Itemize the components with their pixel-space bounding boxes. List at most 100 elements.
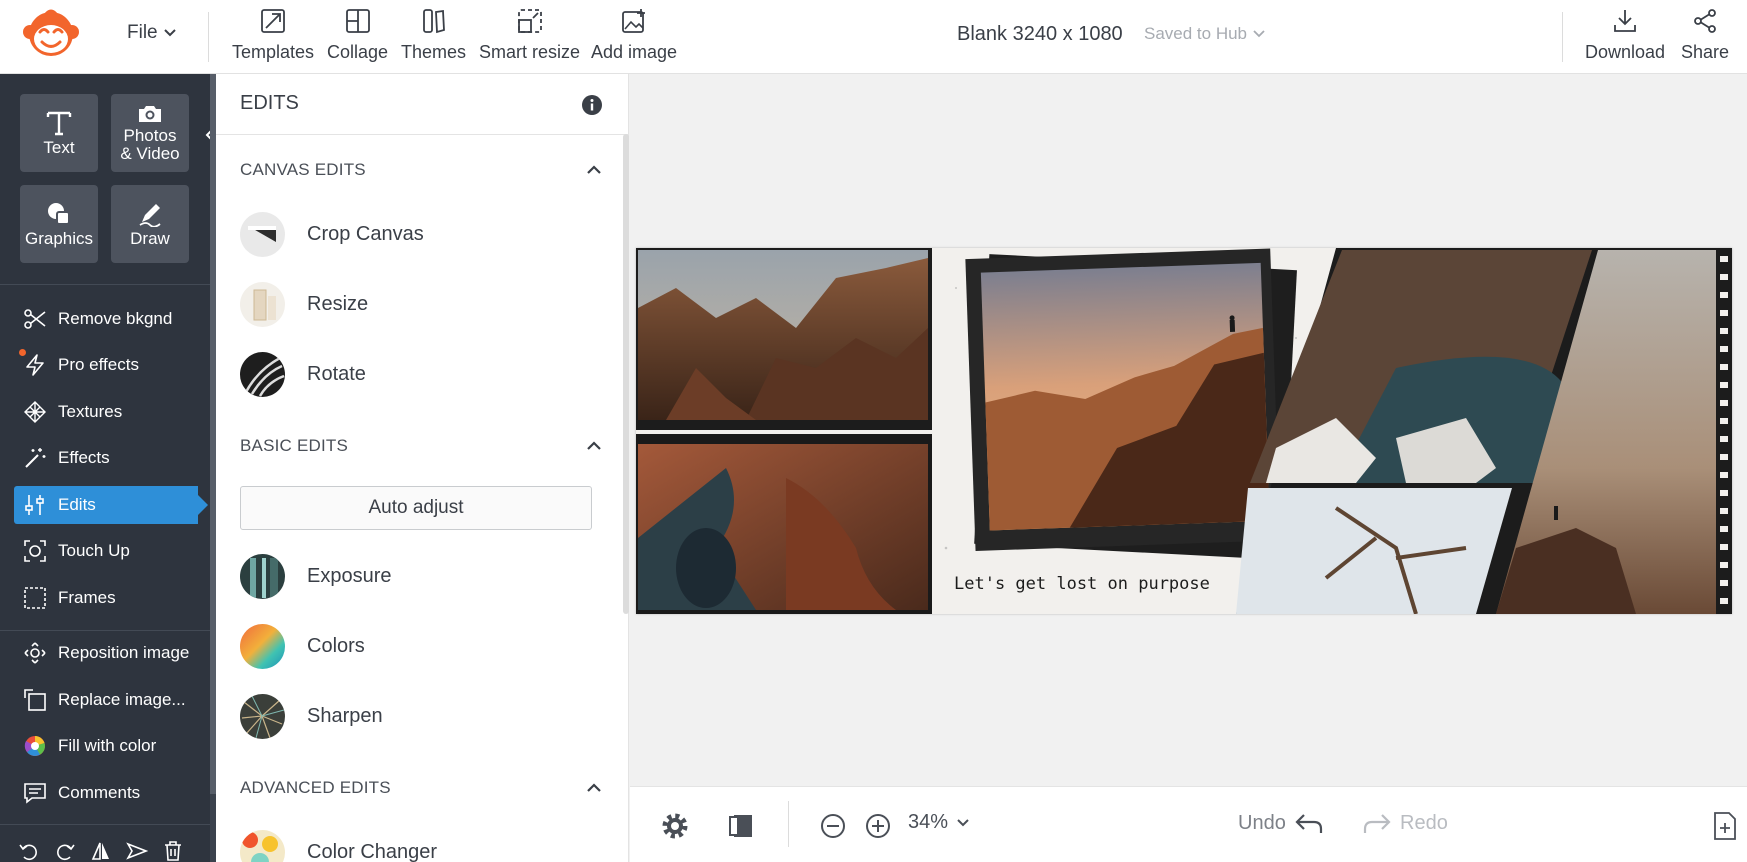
- send-icon[interactable]: [126, 840, 148, 862]
- share-button[interactable]: Share: [1681, 6, 1729, 63]
- rotate-left-icon[interactable]: [18, 840, 40, 862]
- option-label: Resize: [307, 293, 369, 315]
- sidebar-item-label: Frames: [58, 588, 116, 607]
- crop-canvas-thumbnail: [240, 212, 285, 257]
- comment-icon: [22, 780, 48, 806]
- layers-compare-icon[interactable]: [728, 811, 756, 841]
- divider: [216, 134, 629, 135]
- reposition-icon: [22, 640, 48, 666]
- download-button[interactable]: Download: [1585, 6, 1665, 63]
- zoom-level-dropdown[interactable]: 34%: [908, 811, 970, 834]
- option-label: Crop Canvas: [307, 223, 424, 245]
- pro-badge-dot: [19, 349, 26, 356]
- sidebar-item-reposition-image[interactable]: Reposition image: [14, 634, 198, 672]
- photos-video-button[interactable]: Photos & Video: [111, 94, 189, 172]
- rotate-option[interactable]: Rotate: [240, 352, 366, 397]
- themes-button[interactable]: Themes: [401, 6, 466, 63]
- resize-option[interactable]: Resize: [240, 282, 368, 327]
- chevron-down-icon: [957, 819, 969, 827]
- chevron-down-icon: [163, 29, 176, 37]
- exposure-option[interactable]: Exposure: [240, 554, 392, 599]
- panel-scrollbar[interactable]: [623, 134, 629, 614]
- sidebar-item-edits[interactable]: Edits: [14, 486, 208, 524]
- camera-icon: [137, 104, 163, 124]
- chevron-down-icon: [1253, 30, 1265, 38]
- sidebar-item-fill-with-color[interactable]: Fill with color: [14, 727, 198, 765]
- sidebar-item-frames[interactable]: Frames: [14, 579, 198, 617]
- option-label: Colors: [307, 635, 365, 657]
- sidebar-item-label: Remove bkgnd: [58, 309, 173, 328]
- edits-panel: EDITS CANVAS EDITS Crop Canvas Resize Ro…: [216, 74, 629, 862]
- info-icon[interactable]: [581, 94, 603, 116]
- auto-adjust-button[interactable]: Auto adjust: [240, 486, 592, 530]
- scissors-icon: [22, 306, 48, 332]
- sliders-icon: [22, 492, 48, 518]
- trash-icon[interactable]: [162, 840, 184, 862]
- option-label: Rotate: [307, 363, 366, 385]
- templates-label: Templates: [232, 42, 315, 62]
- canvas-edits-header[interactable]: CANVAS EDITS: [240, 160, 602, 180]
- rotate-thumbnail: [240, 352, 285, 397]
- share-icon: [1692, 6, 1718, 36]
- flip-icon[interactable]: [90, 840, 112, 862]
- colors-option[interactable]: Colors: [240, 624, 365, 669]
- resize-thumbnail: [240, 282, 285, 327]
- settings-icon[interactable]: [660, 811, 690, 841]
- face-icon: [22, 538, 48, 564]
- lightning-icon: [22, 352, 48, 378]
- zoom-in-icon[interactable]: [865, 813, 891, 839]
- sidebar-item-label: Reposition image: [58, 643, 190, 662]
- divider: [1562, 12, 1563, 62]
- text-tool-button[interactable]: Text: [20, 94, 98, 172]
- draw-tool-button[interactable]: Draw: [111, 185, 189, 263]
- divider: [0, 824, 210, 825]
- sidebar-item-remove-background[interactable]: Remove bkgnd: [14, 300, 198, 338]
- undo-button[interactable]: Undo: [1238, 811, 1324, 835]
- graphics-tool-button[interactable]: Graphics: [20, 185, 98, 263]
- option-label: Color Changer: [307, 841, 438, 862]
- top-toolbar: File Templates Collage Themes Smart resi…: [0, 0, 1747, 74]
- undo-label: Undo: [1238, 811, 1286, 834]
- sidebar-item-label: Comments: [58, 783, 141, 802]
- redo-label: Redo: [1400, 811, 1448, 834]
- themes-label: Themes: [401, 42, 467, 62]
- redo-button[interactable]: Redo: [1362, 811, 1448, 835]
- basic-edits-header[interactable]: BASIC EDITS: [240, 436, 602, 456]
- sharpen-option[interactable]: Sharpen: [240, 694, 383, 739]
- object-actions: [18, 840, 184, 862]
- divider: [788, 801, 789, 847]
- text-icon: [45, 110, 73, 136]
- smart-resize-button[interactable]: Smart resize: [479, 6, 580, 63]
- collage-button[interactable]: Collage: [327, 6, 388, 63]
- collage-label: Collage: [327, 42, 389, 62]
- option-label: Sharpen: [307, 705, 383, 727]
- templates-button[interactable]: Templates: [232, 6, 314, 63]
- rotate-right-icon[interactable]: [54, 840, 76, 862]
- canvas-caption-text[interactable]: Let's get lost on purpose: [954, 574, 1210, 594]
- color-changer-option[interactable]: Color Changer: [240, 830, 437, 862]
- sidebar-item-touch-up[interactable]: Touch Up: [14, 532, 198, 570]
- add-image-label: Add image: [591, 42, 678, 62]
- sharpen-thumbnail: [240, 694, 285, 739]
- save-status-dropdown[interactable]: Saved to Hub: [1144, 24, 1265, 44]
- colors-thumbnail: [240, 624, 285, 669]
- smart-resize-icon: [517, 6, 543, 36]
- file-menu[interactable]: File: [127, 22, 176, 44]
- sidebar-item-effects[interactable]: Effects: [14, 439, 198, 477]
- add-page-icon[interactable]: [1712, 811, 1738, 841]
- add-image-button[interactable]: Add image: [591, 6, 677, 63]
- crop-canvas-option[interactable]: Crop Canvas: [240, 212, 424, 257]
- sidebar-item-comments[interactable]: Comments: [14, 774, 198, 812]
- sidebar-item-replace-image[interactable]: Replace image...: [14, 681, 198, 719]
- design-artboard[interactable]: [636, 248, 1732, 614]
- zoom-out-icon[interactable]: [820, 813, 846, 839]
- panel-title: EDITS: [240, 92, 299, 114]
- picmonkey-logo[interactable]: [22, 8, 80, 60]
- advanced-edits-header[interactable]: ADVANCED EDITS: [240, 778, 602, 798]
- magic-wand-icon: [22, 445, 48, 471]
- document-title[interactable]: Blank 3240 x 1080: [957, 23, 1123, 46]
- divider: [0, 284, 210, 285]
- collage-graphic: [636, 248, 1732, 614]
- sidebar-item-pro-effects[interactable]: Pro effects: [14, 346, 198, 384]
- sidebar-item-textures[interactable]: Textures: [14, 393, 198, 431]
